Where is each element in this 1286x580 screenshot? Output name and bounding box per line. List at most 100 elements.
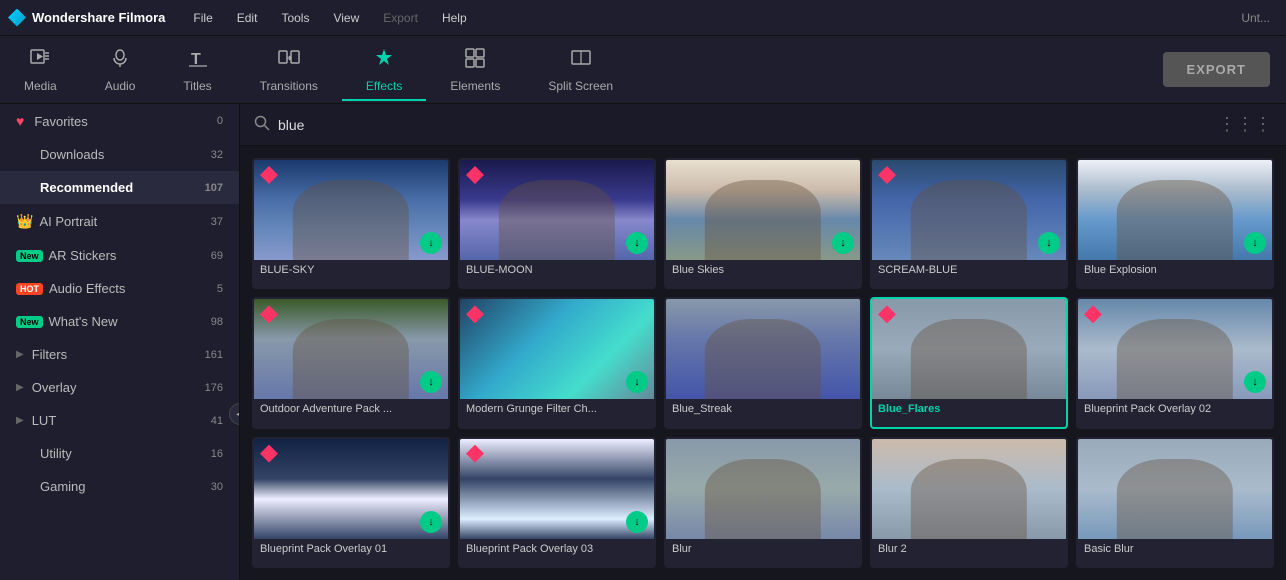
effect-label-blueprint-03: Blueprint Pack Overlay 03 bbox=[460, 539, 654, 561]
sidebar-favorites-label: Favorites bbox=[34, 114, 87, 129]
toolbar: Media Audio T Titles Transitions Effects… bbox=[0, 36, 1286, 104]
toolbar-effects[interactable]: Effects bbox=[342, 39, 426, 101]
effect-card-outdoor[interactable]: ↓ Outdoor Adventure Pack ... bbox=[252, 297, 450, 428]
sidebar-item-lut[interactable]: ▶ LUT 41 bbox=[0, 404, 239, 437]
split-screen-icon bbox=[570, 47, 592, 75]
blur-figure bbox=[705, 459, 821, 539]
effect-card-blue-streak[interactable]: Blue_Streak bbox=[664, 297, 862, 428]
blueprint-01-download-btn[interactable]: ↓ bbox=[420, 511, 442, 533]
effect-thumbnail-blur2 bbox=[872, 439, 1066, 539]
grid-toggle-icon[interactable]: ⋮⋮⋮ bbox=[1218, 114, 1272, 135]
effect-thumbnail-blue-explosion: ↓ bbox=[1078, 160, 1272, 260]
scream-blue-heart-pin bbox=[878, 166, 896, 184]
sidebar-ar-stickers-label: AR Stickers bbox=[49, 248, 117, 263]
effect-card-blueprint-01[interactable]: ↓ Blueprint Pack Overlay 01 bbox=[252, 437, 450, 568]
effect-card-blue-sky[interactable]: ↓ BLUE-SKY bbox=[252, 158, 450, 289]
outdoor-heart-pin bbox=[260, 305, 278, 323]
toolbar-effects-label: Effects bbox=[366, 79, 402, 93]
effect-thumbnail-blue-skies: ↓ bbox=[666, 160, 860, 260]
menu-help[interactable]: Help bbox=[430, 7, 479, 29]
sidebar-item-gaming[interactable]: Gaming 30 bbox=[0, 470, 239, 503]
effect-card-blue-moon[interactable]: ↓ BLUE-MOON bbox=[458, 158, 656, 289]
blue-sky-figure bbox=[293, 180, 409, 260]
whats-new-new-badge: New bbox=[16, 316, 43, 328]
sidebar-item-utility[interactable]: Utility 16 bbox=[0, 437, 239, 470]
blur2-figure bbox=[911, 459, 1027, 539]
effect-thumbnail-blur bbox=[666, 439, 860, 539]
blueprint-02-download-btn[interactable]: ↓ bbox=[1244, 371, 1266, 393]
sidebar-item-ar-stickers[interactable]: New AR Stickers 69 bbox=[0, 239, 239, 272]
effect-label-basic-blur: Basic Blur bbox=[1078, 539, 1272, 561]
effect-card-blur[interactable]: Blur bbox=[664, 437, 862, 568]
sidebar-item-downloads[interactable]: Downloads 32 bbox=[0, 138, 239, 171]
effect-card-blue-skies[interactable]: ↓ Blue Skies bbox=[664, 158, 862, 289]
menu-edit[interactable]: Edit bbox=[225, 7, 270, 29]
toolbar-split-screen-label: Split Screen bbox=[548, 79, 613, 93]
toolbar-elements[interactable]: Elements bbox=[426, 39, 524, 101]
sidebar-gaming-count: 30 bbox=[211, 481, 223, 493]
blue-skies-download-btn[interactable]: ↓ bbox=[832, 232, 854, 254]
effect-card-basic-blur[interactable]: Basic Blur bbox=[1076, 437, 1274, 568]
sidebar-item-overlay[interactable]: ▶ Overlay 176 bbox=[0, 371, 239, 404]
search-icon bbox=[254, 115, 270, 134]
menu-tools[interactable]: Tools bbox=[269, 7, 321, 29]
effect-thumbnail-basic-blur bbox=[1078, 439, 1272, 539]
sidebar-item-audio-effects[interactable]: HOT Audio Effects 5 bbox=[0, 272, 239, 305]
toolbar-titles[interactable]: T Titles bbox=[159, 39, 235, 101]
menu-view[interactable]: View bbox=[321, 7, 371, 29]
sidebar-filters-count: 161 bbox=[205, 349, 223, 361]
effect-thumbnail-modern-grunge: ↓ bbox=[460, 299, 654, 399]
modern-grunge-download-btn[interactable]: ↓ bbox=[626, 371, 648, 393]
blue-sky-download-btn[interactable]: ↓ bbox=[420, 232, 442, 254]
transitions-icon bbox=[278, 47, 300, 75]
sidebar-filters-label: Filters bbox=[32, 347, 67, 362]
effect-card-scream-blue[interactable]: ↓ SCREAM-BLUE bbox=[870, 158, 1068, 289]
outdoor-figure bbox=[293, 319, 409, 399]
app-logo: Wondershare Filmora bbox=[8, 9, 165, 27]
effect-label-modern-grunge: Modern Grunge Filter Ch... bbox=[460, 399, 654, 421]
search-input[interactable] bbox=[278, 117, 1210, 133]
sidebar-item-whats-new[interactable]: New What's New 98 bbox=[0, 305, 239, 338]
effect-label-blue-streak: Blue_Streak bbox=[666, 399, 860, 421]
effect-card-modern-grunge[interactable]: ↓ Modern Grunge Filter Ch... bbox=[458, 297, 656, 428]
menu-export[interactable]: Export bbox=[371, 7, 430, 29]
blueprint-02-figure bbox=[1117, 319, 1233, 399]
blue-explosion-download-btn[interactable]: ↓ bbox=[1244, 232, 1266, 254]
sidebar-favorites-count: 0 bbox=[217, 115, 223, 127]
outdoor-download-btn[interactable]: ↓ bbox=[420, 371, 442, 393]
effect-label-blue-sky: BLUE-SKY bbox=[254, 260, 448, 282]
toolbar-transitions[interactable]: Transitions bbox=[236, 39, 342, 101]
toolbar-media[interactable]: Media bbox=[0, 39, 81, 101]
scream-blue-download-btn[interactable]: ↓ bbox=[1038, 232, 1060, 254]
sidebar-item-ai-portrait[interactable]: 👑 AI Portrait 37 bbox=[0, 204, 239, 239]
sidebar-item-favorites[interactable]: ♥ Favorites 0 bbox=[0, 104, 239, 138]
menu-file[interactable]: File bbox=[181, 7, 224, 29]
blueprint-03-download-btn[interactable]: ↓ bbox=[626, 511, 648, 533]
toolbar-media-label: Media bbox=[24, 79, 57, 93]
effects-icon bbox=[373, 47, 395, 75]
effect-label-blueprint-01: Blueprint Pack Overlay 01 bbox=[254, 539, 448, 561]
toolbar-split-screen[interactable]: Split Screen bbox=[524, 39, 637, 101]
basic-blur-figure bbox=[1117, 459, 1233, 539]
blue-streak-figure bbox=[705, 319, 821, 399]
effect-card-blue-flares[interactable]: Blue_Flares bbox=[870, 297, 1068, 428]
effect-card-blueprint-03[interactable]: ↓ Blueprint Pack Overlay 03 bbox=[458, 437, 656, 568]
sidebar-audio-effects-count: 5 bbox=[217, 283, 223, 295]
window-controls: Unt... bbox=[1241, 11, 1278, 25]
blue-moon-download-btn[interactable]: ↓ bbox=[626, 232, 648, 254]
effect-card-blur2[interactable]: Blur 2 bbox=[870, 437, 1068, 568]
sidebar-item-filters[interactable]: ▶ Filters 161 bbox=[0, 338, 239, 371]
effect-thumbnail-blueprint-01: ↓ bbox=[254, 439, 448, 539]
effect-card-blue-explosion[interactable]: ↓ Blue Explosion bbox=[1076, 158, 1274, 289]
sidebar-item-recommended[interactable]: Recommended 107 bbox=[0, 171, 239, 204]
sidebar-whats-new-label: What's New bbox=[49, 314, 118, 329]
ai-portrait-crown-icon: 👑 bbox=[16, 213, 33, 230]
toolbar-audio[interactable]: Audio bbox=[81, 39, 160, 101]
effect-card-blueprint-02[interactable]: ↓ Blueprint Pack Overlay 02 bbox=[1076, 297, 1274, 428]
export-button[interactable]: EXPORT bbox=[1163, 52, 1270, 87]
effect-label-blue-moon: BLUE-MOON bbox=[460, 260, 654, 282]
audio-icon bbox=[109, 47, 131, 75]
toolbar-elements-label: Elements bbox=[450, 79, 500, 93]
sidebar-gaming-label: Gaming bbox=[40, 479, 86, 494]
effect-label-blue-flares: Blue_Flares bbox=[872, 399, 1066, 421]
